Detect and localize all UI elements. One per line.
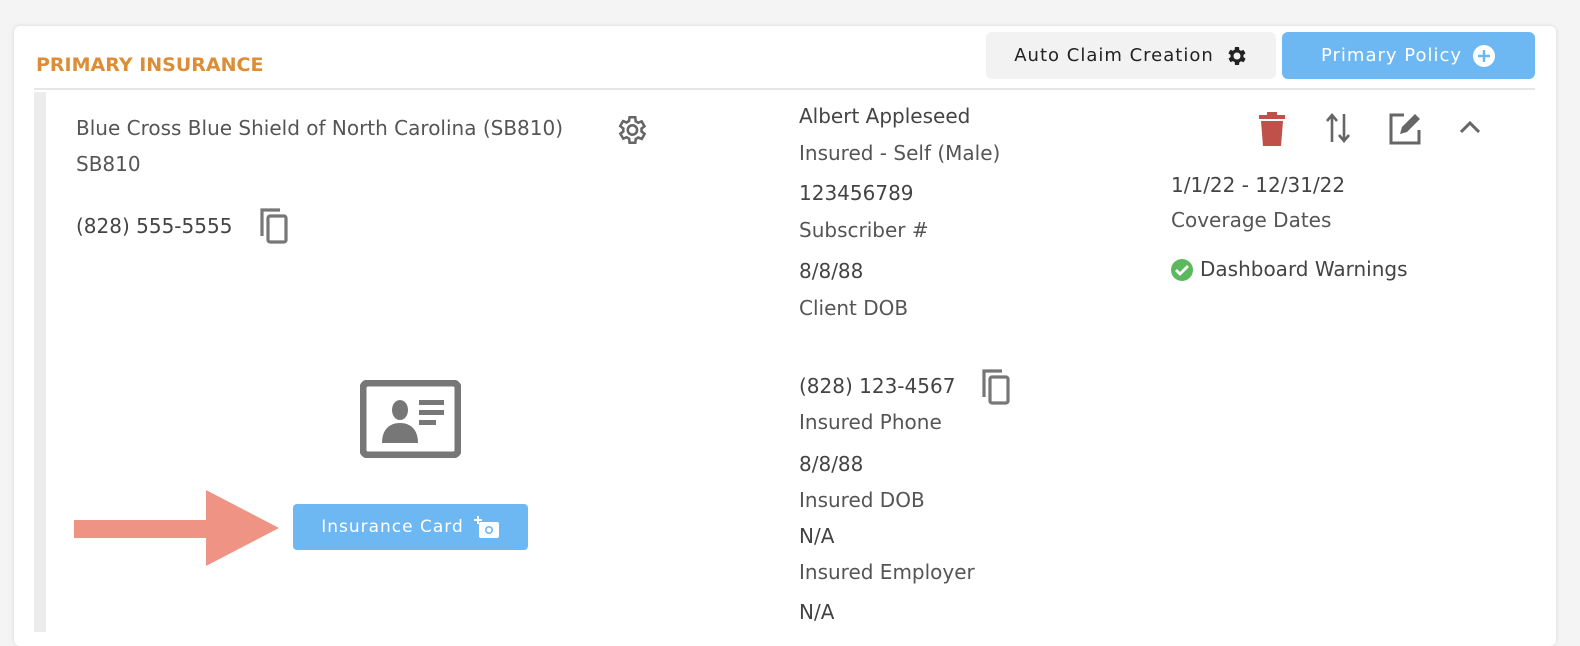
upload-insurance-card-button[interactable]: Insurance Card <box>293 504 528 550</box>
insured-dob: 8/8/88 <box>799 452 864 476</box>
primary-policy-label: Primary Policy <box>1320 45 1463 66</box>
add-photo-icon <box>473 516 499 538</box>
insured-phone-label: Insured Phone <box>799 410 942 434</box>
swap-order-icon[interactable] <box>1324 112 1352 144</box>
pointer-arrow <box>74 490 279 566</box>
collapse-chevron-up-icon[interactable] <box>1458 118 1482 136</box>
add-primary-policy-button[interactable]: Primary Policy <box>1282 32 1535 79</box>
payer-phone: (828) 555-5555 <box>76 214 233 238</box>
policy-left-bar <box>34 92 46 632</box>
insured-extra-value: N/A <box>799 600 835 624</box>
divider <box>34 88 1535 90</box>
insured-employer: N/A <box>799 524 835 548</box>
delete-trash-icon[interactable] <box>1258 112 1286 146</box>
copy-icon[interactable] <box>256 206 292 246</box>
section-title: PRIMARY INSURANCE <box>36 54 264 76</box>
insurance-card-label: Insurance Card <box>321 517 464 537</box>
plus-circle-icon <box>1473 44 1496 67</box>
id-card-icon <box>360 380 461 458</box>
auto-claim-label: Auto Claim Creation <box>1014 45 1214 66</box>
check-circle-icon <box>1171 259 1193 281</box>
edit-icon[interactable] <box>1388 112 1422 146</box>
subscriber-number: 123456789 <box>799 181 914 205</box>
payer-settings-gear-icon[interactable] <box>614 113 648 147</box>
coverage-dates: 1/1/22 - 12/31/22 <box>1171 173 1346 197</box>
insured-employer-label: Insured Employer <box>799 560 975 584</box>
insured-name: Albert Appleseed <box>799 104 971 128</box>
payer-id: SB810 <box>76 152 141 176</box>
copy-insured-phone-icon[interactable] <box>978 367 1014 407</box>
client-dob: 8/8/88 <box>799 259 864 283</box>
insured-relationship: Insured - Self (Male) <box>799 141 1001 165</box>
subscriber-label: Subscriber # <box>799 218 929 242</box>
payer-name: Blue Cross Blue Shield of North Carolina… <box>76 116 564 140</box>
insured-phone: (828) 123-4567 <box>799 374 956 398</box>
dashboard-warnings-label[interactable]: Dashboard Warnings <box>1200 257 1408 281</box>
gear-icon <box>1228 46 1246 65</box>
coverage-dates-label: Coverage Dates <box>1171 208 1332 232</box>
insured-dob-label: Insured DOB <box>799 488 925 512</box>
auto-claim-creation-button[interactable]: Auto Claim Creation <box>986 32 1276 79</box>
client-dob-label: Client DOB <box>799 296 909 320</box>
